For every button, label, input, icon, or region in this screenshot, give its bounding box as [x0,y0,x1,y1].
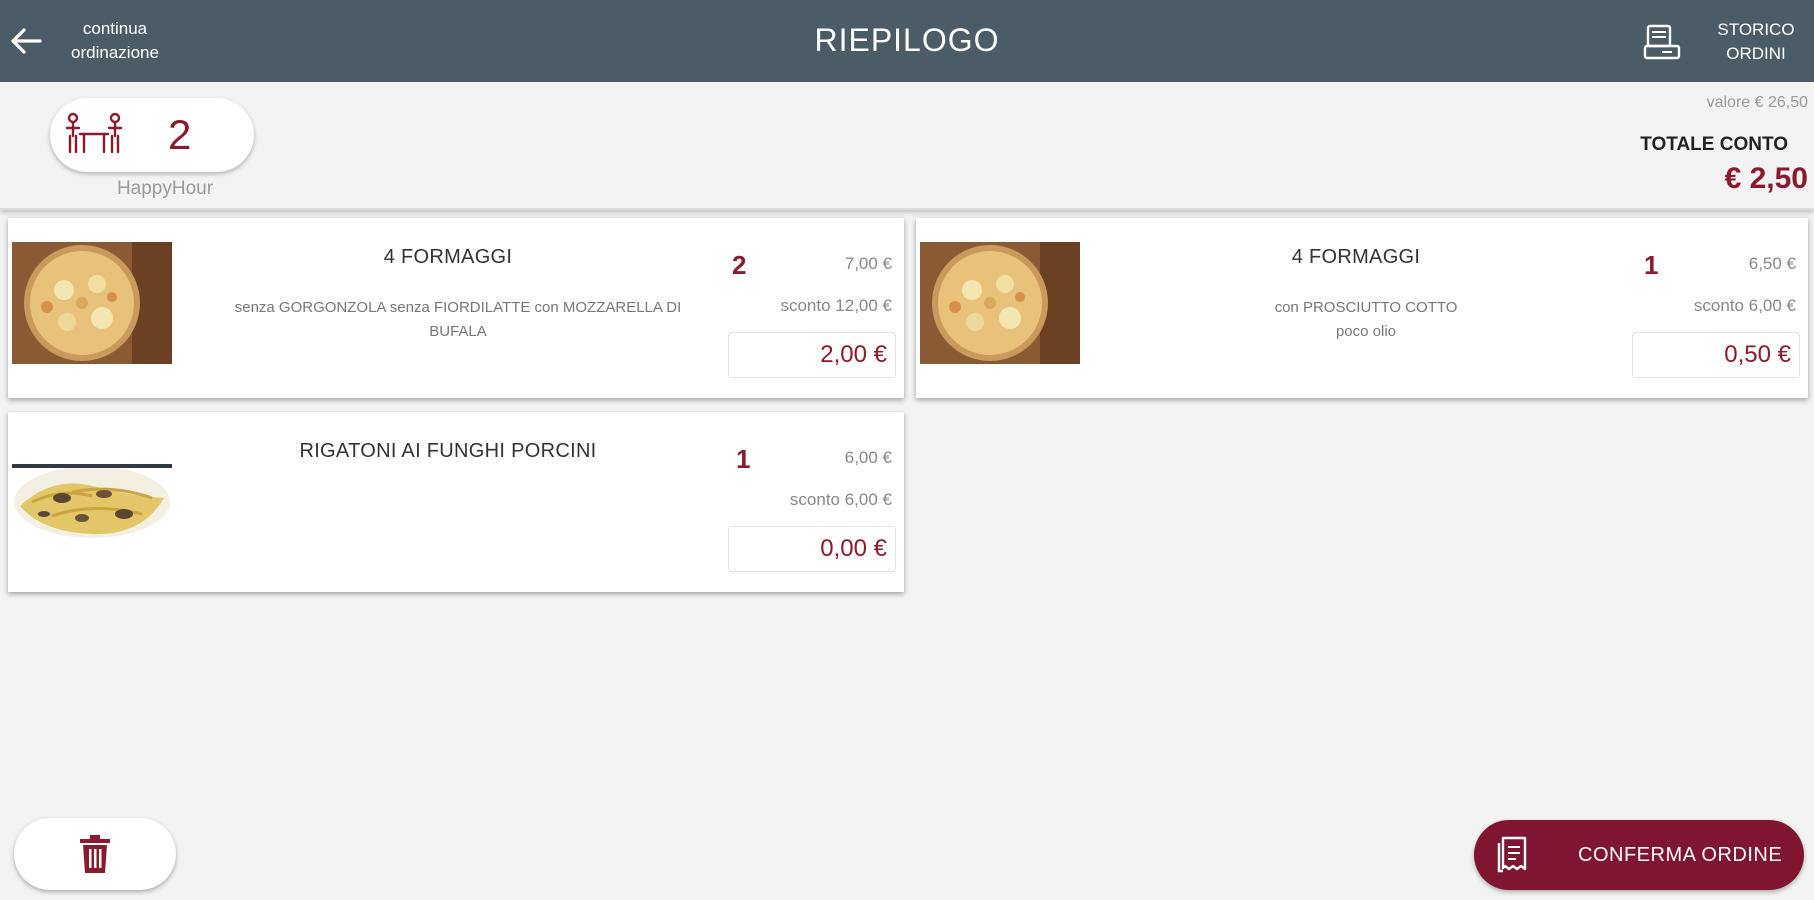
order-item-card[interactable]: 4 FORMAGGI senza GORGONZOLA senza FIORDI… [8,218,904,398]
total-label: TOTALE CONTO [1640,134,1788,155]
item-name: 4 FORMAGGI [1291,246,1421,268]
item-quantity: 2 [732,250,747,280]
item-notes-line1: con PROSCIUTTO COTTO [1274,299,1458,316]
item-discount: sconto 6,00 € [1693,296,1796,315]
page-title: RIEPILOGO [814,22,1000,58]
total-amount: € 2,50 [1724,162,1808,195]
item-price: 7,00 € [844,254,892,273]
table-guests-pill[interactable]: 2 [50,98,254,172]
receipt-icon [1497,836,1527,873]
order-history-button[interactable]: STORICO ORDINI [1642,14,1796,70]
item-notes: senza GORGONZOLA senza FIORDILATTE con M… [198,296,718,344]
pizza-image [920,242,1080,364]
order-item-card[interactable]: RIGATONI AI FUNGHI PORCINI 1 6,00 € scon… [8,412,904,592]
order-value: valore € 26,50 [1706,94,1808,111]
item-total-field[interactable]: 0,50 € [1632,332,1800,378]
item-total-field[interactable]: 2,00 € [728,332,896,378]
item-quantity: 1 [736,444,751,474]
item-price: 6,00 € [844,448,892,467]
confirm-order-label: CONFERMA ORDINE [1578,843,1783,866]
item-name: RIGATONI AI FUNGHI PORCINI [299,440,597,462]
item-discount: sconto 12,00 € [780,296,892,315]
delete-order-button[interactable] [14,818,176,890]
order-item-card[interactable]: 4 FORMAGGI con PROSCIUTTO COTTO poco oli… [916,218,1808,398]
order-history-label-line1: STORICO [1717,20,1795,39]
item-price: 6,50 € [1748,254,1796,273]
guests-count: 2 [168,111,192,158]
cash-register-icon [1643,24,1681,60]
item-notes: con PROSCIUTTO COTTO poco olio [1096,296,1636,344]
confirm-order-button[interactable]: CONFERMA ORDINE [1474,820,1804,890]
pizza-image [12,242,172,364]
trash-icon [80,835,110,873]
item-quantity: 1 [1644,250,1659,280]
order-history-label: STORICO ORDINI [1716,18,1796,66]
group-label: HappyHour [116,178,214,199]
item-discount: sconto 6,00 € [789,490,892,509]
item-name: 4 FORMAGGI [383,246,513,268]
pasta-image [12,436,172,558]
continue-ordering-label-line1: continua [82,19,148,38]
table-diners-icon [65,112,123,154]
order-summary-bar: 2 HappyHour valore € 26,50 TOTALE CONTO … [0,82,1814,210]
item-notes-line2: poco olio [1335,323,1397,340]
order-history-label-line2: ORDINI [1726,44,1786,63]
continue-ordering-label: continua ordinazione [60,17,170,65]
item-notes-line2: BUFALA [429,323,487,340]
item-notes-line1: senza GORGONZOLA senza FIORDILATTE con M… [234,299,682,316]
item-total-field[interactable]: 0,00 € [728,526,896,572]
continue-ordering-button[interactable]: continua ordinazione [6,14,176,68]
arrow-left-icon [11,28,42,54]
top-app-bar: continua ordinazione RIEPILOGO STORICO O… [0,0,1814,82]
continue-ordering-label-line2: ordinazione [71,43,159,62]
